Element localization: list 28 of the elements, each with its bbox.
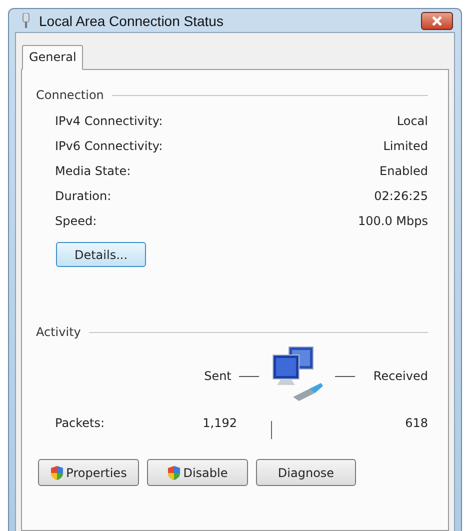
sent-label: Sent	[204, 369, 232, 383]
group-heading: Activity	[36, 325, 81, 339]
field-label: Speed:	[55, 214, 97, 228]
shield-icon	[167, 464, 182, 480]
packets-sent-value: 1,192	[202, 416, 237, 430]
action-button[interactable]: Disable	[147, 459, 248, 486]
field-value: Local	[396, 114, 428, 128]
action-button[interactable]: Diagnose	[256, 459, 356, 486]
close-button[interactable]	[421, 12, 453, 30]
action-button[interactable]: Properties	[38, 459, 139, 486]
packets-received-value: 618	[404, 416, 428, 430]
received-label: Received	[373, 369, 428, 383]
field-label: Media State:	[55, 164, 131, 178]
close-icon	[430, 16, 444, 26]
group-heading: Connection	[36, 88, 104, 102]
tab[interactable]: General	[22, 45, 84, 70]
window-title: Local Area Connection Status	[39, 12, 224, 28]
shield-icon	[50, 464, 64, 480]
field-value: 02:26:25	[374, 188, 428, 202]
field-label: IPv6 Connectivity:	[55, 138, 163, 152]
details-button[interactable]: Details...	[56, 242, 146, 267]
field-label: IPv4 Connectivity:	[55, 114, 163, 128]
field-value: Limited	[383, 138, 428, 152]
packets-label: Packets:	[55, 416, 106, 430]
field-value: Enabled	[380, 164, 428, 178]
network-plug-icon	[21, 12, 31, 28]
field-value: 100.0 Mbps	[358, 214, 428, 228]
field-label: Duration:	[55, 188, 112, 202]
